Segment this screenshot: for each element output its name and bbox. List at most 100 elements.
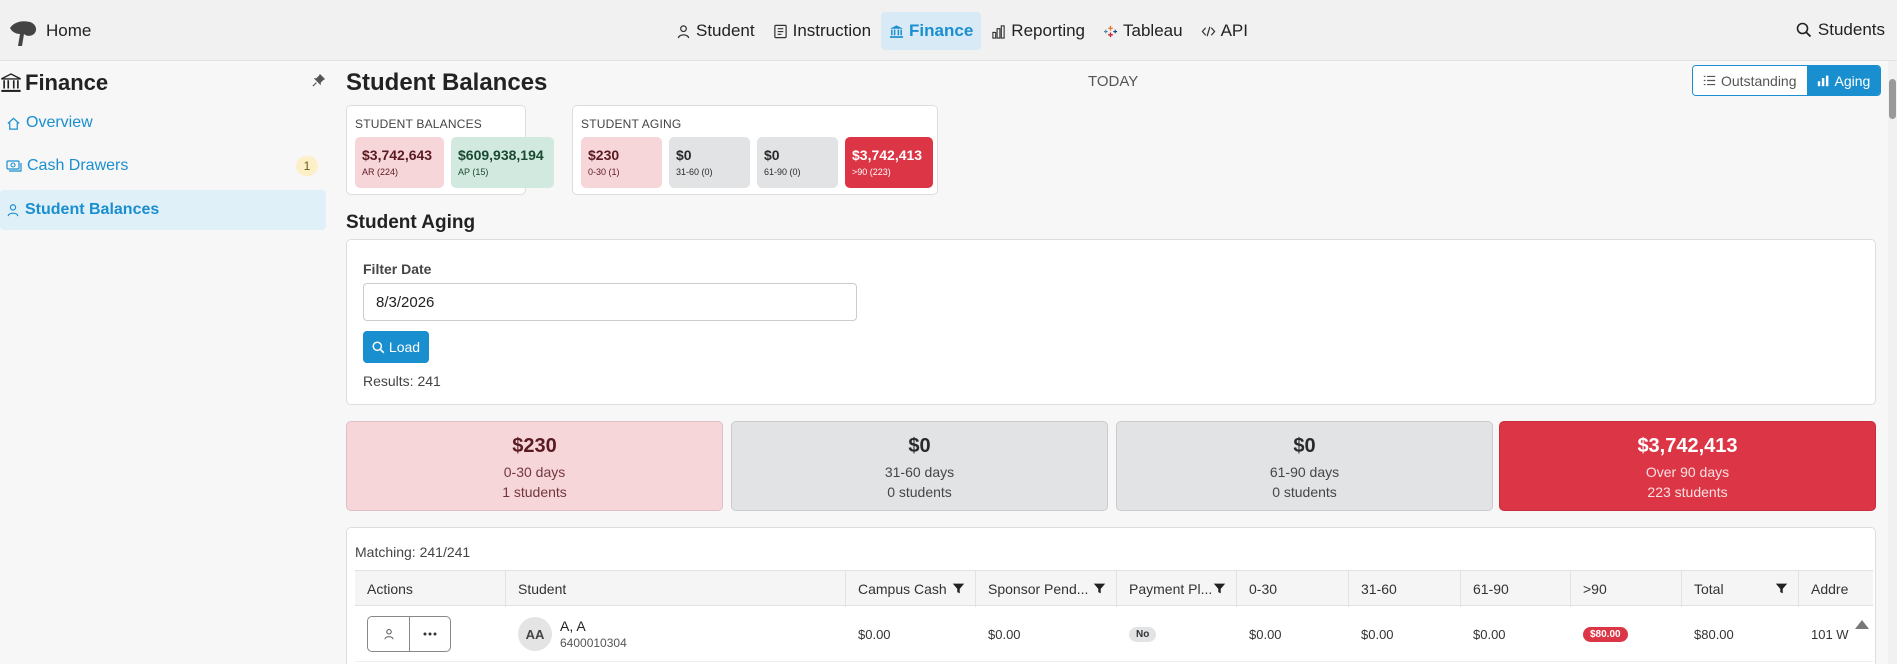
results-count: Results: 241 [363,373,441,389]
col-over-90[interactable]: >90 [1571,571,1682,607]
nav-api-label: API [1220,21,1248,40]
summary-tile-61-90[interactable]: $0 61-90 days 0 students [1116,421,1493,511]
tableau-icon [1103,25,1118,37]
ar-amount: $3,742,643 [362,147,433,163]
aging-0-30-tile[interactable]: $230 0-30 (1) [581,137,662,188]
col-actions: Actions [355,571,506,607]
aging-31-60-tile[interactable]: $0 31-60 (0) [669,137,750,188]
col-campus-cash[interactable]: Campus Cash [846,571,976,607]
summary-amount: $230 [512,435,557,457]
pin-icon[interactable] [312,73,326,87]
nav-student-label: Student [696,21,755,40]
sidebar-item-label: Student Balances [25,201,160,218]
top-navbar: Home Student Instruction Finance Reporti… [0,0,1897,61]
table-row[interactable]: AA A, A 6400010304 $0.00 $0.00 No $0.00 … [355,606,1873,662]
ar-tile[interactable]: $3,742,643 AR (224) [355,137,444,188]
outstanding-toggle[interactable]: Outstanding [1693,66,1807,95]
sidebar-item-overview[interactable]: Overview [0,103,326,143]
home-icon [7,117,20,130]
avatar: AA [518,617,552,651]
list-icon [1703,75,1716,86]
bar-chart-icon [1817,75,1828,87]
row-0-30: $0.00 [1249,626,1282,642]
col-31-60[interactable]: 31-60 [1349,571,1461,607]
main-nav: Student Instruction Finance Reporting Ta… [668,11,1256,51]
row-payment-plan: No [1117,606,1157,662]
nav-student[interactable]: Student [668,12,763,50]
today-label: TODAY [1088,73,1139,90]
aging-amount: $230 [588,147,620,163]
aging-over-90-tile[interactable]: $3,742,413 >90 (223) [845,137,933,188]
summary-amount: $3,742,413 [1637,435,1738,457]
nav-reporting[interactable]: Reporting [983,12,1093,50]
sidebar-item-cash-drawers[interactable]: Cash Drawers 1 [0,146,326,186]
load-button[interactable]: Load [363,331,429,363]
ar-label: AR (224) [362,167,399,177]
row-student[interactable]: AA A, A 6400010304 [506,606,846,662]
card-title: STUDENT AGING [581,117,682,131]
aging-table-panel: Matching: 241/241 Actions Student Campus… [346,527,1876,664]
filter-icon[interactable] [952,582,965,595]
col-student[interactable]: Student [506,571,846,607]
col-label: Campus Cash [858,581,947,597]
summary-count: 1 students [502,484,567,500]
filter-icon[interactable] [1775,582,1788,595]
search-icon [1796,22,1812,38]
row-61-90: $0.00 [1473,626,1506,642]
summary-tile-0-30[interactable]: $230 0-30 days 1 students [346,421,723,511]
aging-table: Actions Student Campus Cash Sponsor Pend… [355,570,1873,664]
summary-range: Over 90 days [1645,464,1730,480]
sidebar-item-label: Overview [26,114,93,131]
aging-toggle[interactable]: Aging [1806,66,1881,95]
col-sponsor-pending[interactable]: Sponsor Pend... [976,571,1117,607]
col-payment-plan[interactable]: Payment Pl... [1117,571,1237,607]
col-0-30[interactable]: 0-30 [1237,571,1349,607]
col-address[interactable]: Addre [1799,571,1873,607]
scroll-up-arrow-icon[interactable] [1855,620,1869,629]
code-icon [1201,26,1215,36]
ap-tile[interactable]: $609,938,194 AP (15) [451,137,554,188]
summary-tile-over-90[interactable]: $3,742,413 Over 90 days 223 students [1499,421,1876,511]
nav-finance[interactable]: Finance [881,12,982,50]
nav-tableau[interactable]: Tableau [1095,12,1191,50]
col-label: Payment Pl... [1129,581,1213,597]
outstanding-label: Outstanding [1721,72,1797,89]
students-search[interactable]: Students [1796,20,1885,40]
bank-icon [889,24,904,38]
aging-label: >90 (223) [852,167,891,177]
main-content: Student Balances TODAY Outstanding Aging… [346,61,1882,664]
filter-date-input[interactable] [363,283,857,321]
view-toggle: Outstanding Aging [1692,65,1882,96]
col-total[interactable]: Total [1682,571,1799,607]
summary-count: 0 students [887,484,952,500]
filter-panel: Filter Date Load Results: 241 [346,239,1876,405]
person-icon [7,204,19,217]
filter-date-label: Filter Date [363,261,432,277]
summary-tile-31-60[interactable]: $0 31-60 days 0 students [731,421,1108,511]
row-address: 101 W [1811,626,1849,642]
nav-api[interactable]: API [1193,12,1256,50]
page-title: Student Balances [346,69,548,96]
more-options-button[interactable] [409,617,450,651]
filter-icon[interactable] [1093,582,1106,595]
col-61-90[interactable]: 61-90 [1461,571,1571,607]
nav-instruction[interactable]: Instruction [765,12,879,50]
aging-61-90-tile[interactable]: $0 61-90 (0) [757,137,838,188]
student-id: 6400010304 [560,636,627,650]
sidebar-item-label: Cash Drawers [27,157,129,174]
scrollbar-thumb[interactable] [1889,79,1896,119]
summary-amount: $0 [908,435,931,457]
filter-icon[interactable] [1213,582,1226,595]
logo-icon[interactable] [6,12,42,48]
aging-amount: $0 [764,147,780,163]
row-31-60: $0.00 [1361,626,1394,642]
nav-finance-label: Finance [909,21,974,40]
summary-count: 0 students [1272,484,1337,500]
summary-amount: $0 [1293,435,1316,457]
view-student-button[interactable] [368,617,409,651]
home-link[interactable]: Home [46,21,91,41]
person-icon [677,24,690,38]
page-scrollbar[interactable] [1888,61,1897,664]
row-over-90: $80.00 [1571,606,1628,662]
sidebar-item-student-balances[interactable]: Student Balances [0,190,326,230]
